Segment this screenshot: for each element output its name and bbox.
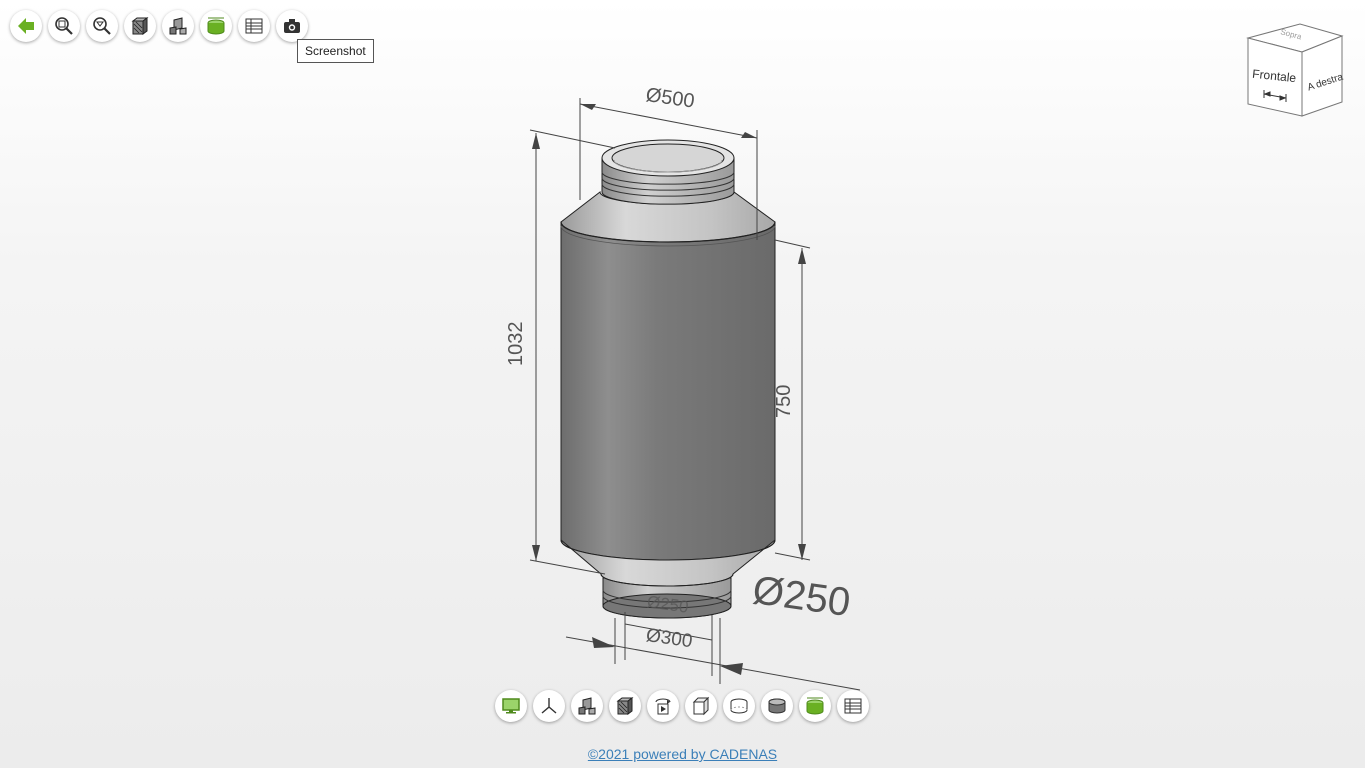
camera-icon: [284, 19, 300, 33]
model-viewport[interactable]: Ø500 1032 750 Ø250 Ø250 Ø300: [0, 0, 1365, 768]
dimension-cylinder-icon: [207, 17, 225, 35]
hidden-lines-button[interactable]: [723, 690, 755, 722]
zoom-fit-button[interactable]: [48, 10, 80, 42]
shaded-box-icon: [616, 697, 634, 715]
wireframe-box-button[interactable]: [685, 690, 717, 722]
top-toolbar: [10, 10, 308, 42]
bottom-toolbar: [495, 690, 869, 722]
dimension-cylinder-icon: [806, 697, 824, 715]
cylinder-shaded-icon: [768, 698, 786, 714]
cadenas-link[interactable]: ©2021 powered by CADENAS: [588, 746, 777, 762]
muffler-model[interactable]: [560, 139, 776, 619]
screenshot-tooltip: Screenshot: [297, 39, 374, 63]
dimension-cylinder-button[interactable]: [799, 690, 831, 722]
zoom-window-button[interactable]: [86, 10, 118, 42]
fullscreen-button[interactable]: [495, 690, 527, 722]
shaded-button[interactable]: [609, 690, 641, 722]
main-body: [560, 221, 776, 561]
explode-icon: [578, 697, 596, 715]
explode-button-2[interactable]: [571, 690, 603, 722]
explode-icon: [169, 17, 187, 35]
dim-flange-diameter: Ø300: [645, 625, 694, 652]
rotate-play-icon: [655, 698, 671, 715]
dim-outlet-diameter-large: Ø250: [750, 568, 853, 625]
view-cube[interactable]: Sopra Frontale A destra: [1240, 18, 1350, 120]
dim-body-height: 750: [773, 385, 795, 418]
zoom-all-icon: [55, 17, 73, 35]
zoom-window-icon: [93, 17, 111, 35]
shaded-cylinder-button[interactable]: [761, 690, 793, 722]
dim-total-height: 1032: [505, 322, 527, 367]
shaded-box-icon: [131, 17, 149, 35]
table-icon: [844, 698, 862, 714]
monitor-icon: [502, 698, 520, 714]
render-mode-button[interactable]: [124, 10, 156, 42]
rotate-button[interactable]: [647, 690, 679, 722]
dimensions-button[interactable]: [200, 10, 232, 42]
explode-button[interactable]: [162, 10, 194, 42]
dim-top-diameter: Ø500: [644, 84, 696, 113]
axis-button[interactable]: [533, 690, 565, 722]
table-button-2[interactable]: [837, 690, 869, 722]
axis-icon: [541, 698, 557, 714]
cylinder-outline-icon: [730, 698, 748, 714]
screenshot-button[interactable]: [276, 10, 308, 42]
back-arrow-icon: [18, 18, 34, 34]
footer: ©2021 powered by CADENAS: [0, 746, 1365, 762]
wireframe-box-icon: [692, 696, 710, 716]
back-button[interactable]: [10, 10, 42, 42]
table-button[interactable]: [238, 10, 270, 42]
table-icon: [245, 18, 263, 34]
